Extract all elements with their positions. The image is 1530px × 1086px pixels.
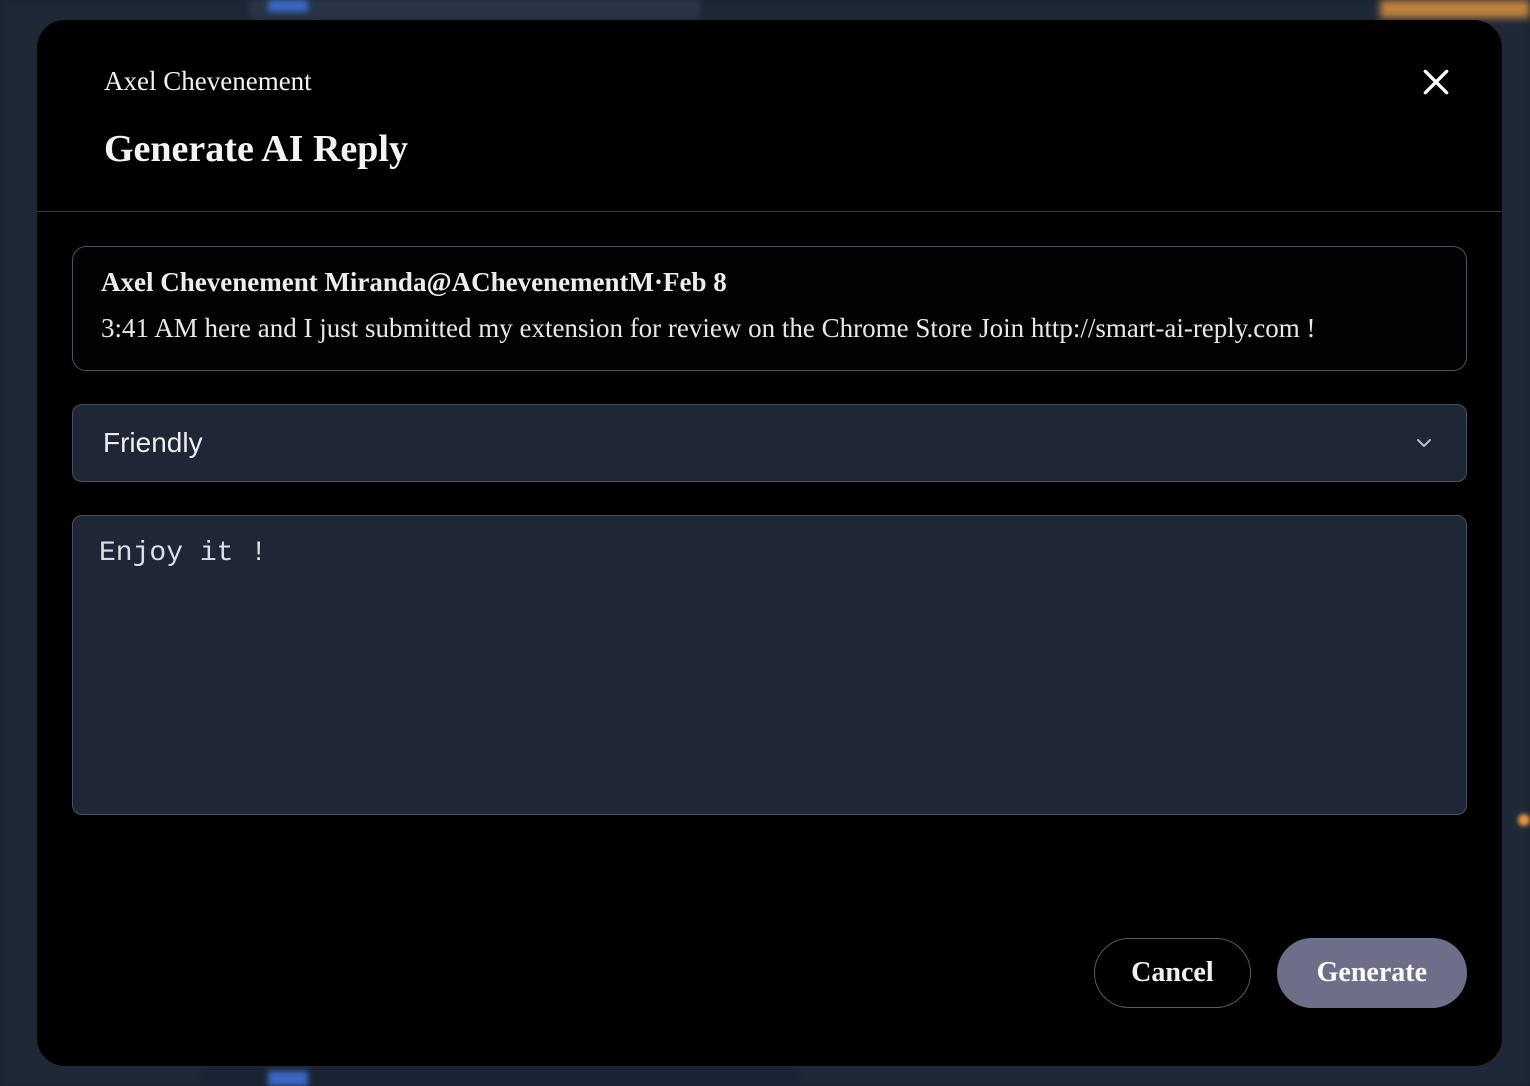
blurred-decoration bbox=[1380, 0, 1530, 18]
post-author-name: Axel Chevenement Miranda bbox=[101, 267, 426, 297]
post-content: 3:41 AM here and I just submitted my ext… bbox=[101, 310, 1438, 346]
blurred-decoration bbox=[268, 0, 308, 12]
original-post-box: Axel Chevenement Miranda@AChevenementM·F… bbox=[72, 246, 1467, 371]
cancel-button[interactable]: Cancel bbox=[1094, 938, 1250, 1008]
ai-reply-modal: Axel Chevenement Generate AI Reply Axel … bbox=[37, 20, 1502, 1066]
modal-title: Generate AI Reply bbox=[104, 127, 1452, 171]
close-button[interactable] bbox=[1416, 62, 1456, 102]
blurred-decoration bbox=[1518, 814, 1530, 826]
modal-body: Axel Chevenement Miranda@AChevenementM·F… bbox=[37, 212, 1502, 938]
post-author-handle: @AChevenementM bbox=[426, 267, 654, 297]
close-icon bbox=[1420, 66, 1452, 98]
generate-button[interactable]: Generate bbox=[1277, 938, 1467, 1008]
blurred-decoration bbox=[250, 0, 700, 18]
tone-label: Friendly bbox=[103, 427, 203, 459]
post-header: Axel Chevenement Miranda@AChevenementM·F… bbox=[101, 267, 1438, 298]
tone-select[interactable]: Friendly bbox=[72, 404, 1467, 482]
chevron-down-icon bbox=[1412, 431, 1436, 455]
modal-footer: Cancel Generate bbox=[37, 938, 1502, 1066]
reply-textarea[interactable] bbox=[72, 515, 1467, 815]
modal-header: Axel Chevenement Generate AI Reply bbox=[37, 20, 1502, 212]
blurred-decoration bbox=[268, 1071, 308, 1086]
post-date: Feb 8 bbox=[663, 267, 727, 297]
author-name: Axel Chevenement bbox=[104, 66, 1452, 97]
post-separator: · bbox=[654, 267, 663, 297]
